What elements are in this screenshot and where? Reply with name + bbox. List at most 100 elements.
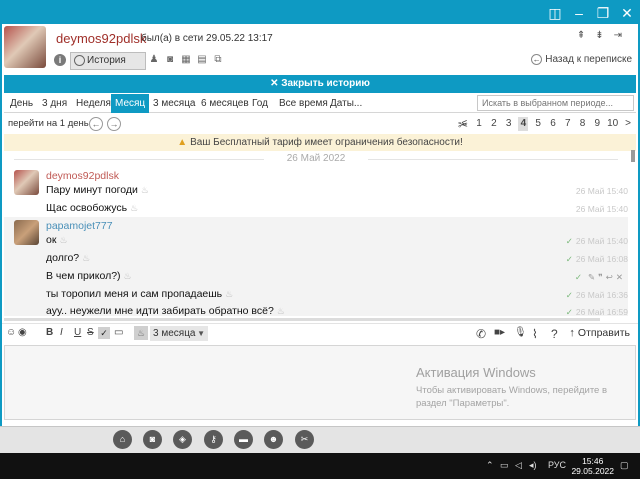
contact-avatar[interactable] (4, 26, 46, 68)
back-to-chat-link[interactable]: ← Назад к переписке (531, 54, 632, 65)
arrow-up-icon: ↑ (569, 327, 575, 339)
message-actions[interactable]: ✓ ✎❞↩✕ (575, 272, 626, 283)
page-link-current[interactable]: 4 (518, 117, 529, 131)
maximize-icon[interactable]: ❐ (592, 3, 614, 23)
message-line: Щас освобожусь ♨ (46, 202, 138, 214)
period-tabs: День 3 дня Неделя Месяц 3 месяца 6 месяц… (4, 94, 636, 113)
send-button[interactable]: ↑ Отправить (569, 327, 630, 339)
help-icon[interactable]: ? (551, 327, 558, 341)
message-author[interactable]: papamojet777 (46, 220, 113, 232)
tab-3-months[interactable]: 3 месяца (149, 94, 199, 113)
tray-expand-icon[interactable]: ⌃ (486, 460, 494, 471)
network-icon[interactable]: ▭ (500, 460, 509, 471)
smiley-icon[interactable]: ☺ (6, 327, 16, 338)
contact-nickname[interactable]: deymos92pdlsk (56, 31, 146, 46)
page-link[interactable]: 6 (548, 117, 558, 131)
underline-button[interactable]: U (74, 327, 81, 338)
info-icon[interactable]: i (54, 54, 66, 66)
activation-title: Активация Windows (416, 365, 536, 380)
flame-icon: ♨ (59, 235, 68, 245)
page-link[interactable]: 1 (474, 117, 484, 131)
page-link[interactable]: 3 (504, 117, 514, 131)
history-search-input[interactable] (477, 95, 634, 111)
tab-all-time[interactable]: Все время (275, 94, 332, 113)
pin-icons[interactable]: ⇞⇟⇥ (577, 30, 632, 41)
folder-icon[interactable]: ▬ (234, 430, 253, 449)
tab-6-months[interactable]: 6 месяцев (197, 94, 253, 113)
notifications-icon[interactable]: ▢ (620, 460, 629, 471)
message-author[interactable]: deymos92pdlsk (46, 170, 119, 182)
tab-3-days[interactable]: 3 дня (38, 94, 71, 113)
camera-icon[interactable]: ◙ (164, 54, 176, 66)
back-link-label: Назад к переписке (545, 54, 632, 65)
message-group: papamojet777 ок ♨ ✓ 26 Май 15:40 долго? ♨ ✓… (4, 217, 628, 317)
pager-next[interactable]: > (623, 117, 633, 131)
home-icon[interactable]: ⌂ (113, 430, 132, 449)
share-icon[interactable]: ⧉ (212, 54, 224, 66)
flame-icon: ♨ (130, 203, 139, 213)
prev-day-icon[interactable]: ← (89, 117, 103, 131)
avatar[interactable] (14, 220, 39, 245)
key-icon[interactable]: ⚷ (204, 430, 223, 449)
tab-week[interactable]: Неделя (72, 94, 115, 113)
date-separator: 26 Май 2022 (4, 151, 628, 167)
tab-month[interactable]: Месяц (111, 94, 150, 113)
video-icon[interactable]: ■▸ (494, 327, 505, 338)
check-icon: ✓ (574, 272, 586, 282)
sound-icon[interactable]: ◁ (515, 460, 522, 471)
microphone-icon[interactable]: 🎙 (514, 327, 527, 338)
message-time: ✓ 26 Май 15:40 (565, 236, 628, 246)
tab-day[interactable]: День (6, 94, 37, 113)
columns-icon[interactable]: ◫ (544, 3, 566, 23)
strike-button[interactable]: S (87, 327, 94, 338)
pager-prev[interactable]: < (459, 117, 469, 131)
message-group: deymos92pdlsk Пару минут погоди ♨ 26 Май … (4, 167, 628, 217)
ttl-select[interactable]: 3 месяца ▼ (150, 326, 208, 341)
volume-icon[interactable]: ◂) (529, 460, 537, 471)
settings-icon[interactable]: ✂ (295, 430, 314, 449)
page-link[interactable]: 5 (533, 117, 543, 131)
page-link[interactable]: 8 (578, 117, 588, 131)
italic-button[interactable]: I (60, 327, 63, 338)
code-icon[interactable]: ▭ (114, 327, 123, 338)
history-button[interactable]: История (70, 52, 146, 70)
bag-icon[interactable]: ◈ (173, 430, 192, 449)
contacts-icon[interactable]: ♟ (148, 54, 160, 66)
next-day-icon[interactable]: → (107, 117, 121, 131)
language-indicator[interactable]: РУС (548, 460, 566, 470)
flame-toggle-icon[interactable]: ♨ (134, 326, 148, 340)
message-text: ок (46, 234, 57, 246)
avatar[interactable] (14, 170, 39, 195)
horizontal-scrollbar[interactable] (4, 318, 600, 321)
title-bar: ◫ – ❐ ✕ (0, 0, 640, 26)
phone-icon[interactable]: ✆ (476, 327, 486, 341)
tab-dates[interactable]: Даты... (326, 94, 366, 113)
page-link[interactable]: 9 (592, 117, 602, 131)
check-icon: ✓ (565, 236, 573, 246)
bottom-dock: ⌂ ◙ ◈ ⚷ ▬ ☻ ✂ (0, 426, 640, 453)
folder-icon[interactable]: ▤ (196, 54, 208, 66)
close-history-button[interactable]: ✕ Закрыть историю (4, 75, 636, 93)
arrow-left-icon: ← (531, 54, 543, 65)
history-button-label: История (87, 55, 126, 66)
message-text: ауу.. неужели мне идти забирать обратно … (46, 305, 274, 317)
delete-icon: ✕ (615, 272, 626, 282)
sticker-icon[interactable]: ◉ (18, 327, 27, 338)
check-toggle-icon[interactable]: ✓ (98, 327, 110, 339)
clock[interactable]: 15:46 29.05.2022 (571, 456, 614, 476)
tariff-warning[interactable]: ▲ Ваш Бесплатный тариф имеет ограничения … (4, 134, 636, 151)
users-icon[interactable]: ☻ (264, 430, 283, 449)
page-link[interactable]: 2 (489, 117, 499, 131)
page-link[interactable]: 7 (563, 117, 573, 131)
minimize-icon[interactable]: – (568, 3, 590, 23)
tab-year[interactable]: Год (248, 94, 272, 113)
history-scrollbar[interactable] (631, 150, 635, 162)
calendar-icon[interactable]: ▦ (180, 54, 192, 66)
page-link[interactable]: 10 (607, 117, 618, 131)
close-icon[interactable]: ✕ (616, 3, 638, 23)
bold-button[interactable]: B (46, 327, 53, 338)
check-icon: ✓ (565, 254, 573, 264)
camera-icon[interactable]: ◙ (143, 430, 162, 449)
attach-icon[interactable]: ⌇ (532, 327, 538, 341)
clock-time: 15:46 (582, 456, 604, 466)
